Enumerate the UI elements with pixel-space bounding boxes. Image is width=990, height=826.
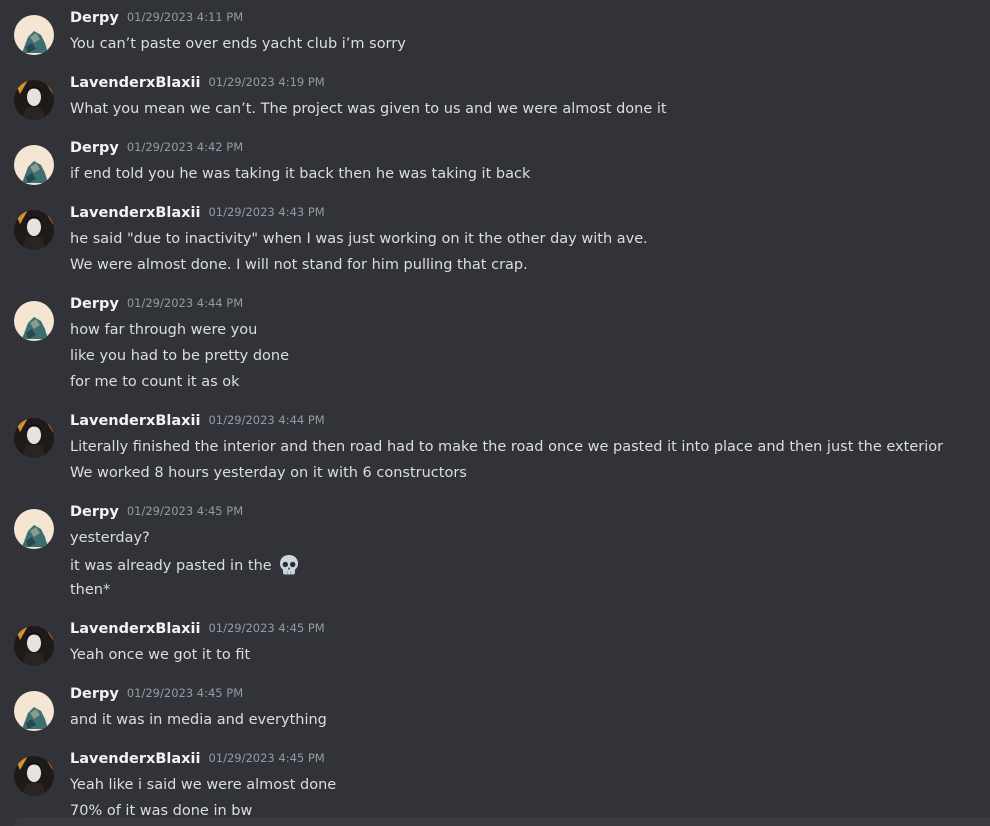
message-text: Literally finished the interior and then… [70,439,944,455]
message-timestamp: 01/29/2023 4:45 PM [208,621,325,635]
author-name[interactable]: LavenderxBlaxii [70,205,200,221]
message-text: Yeah like i said we were almost done [70,777,337,793]
message-text: if end told you he was taking it back th… [70,166,531,182]
message-timestamp: 01/29/2023 4:45 PM [208,751,325,765]
lavender-avatar[interactable] [14,756,54,796]
message-text: We worked 8 hours yesterday on it with 6… [70,465,467,481]
message-text: You can’t paste over ends yacht club i’m… [70,36,406,52]
author-name[interactable]: LavenderxBlaxii [70,413,200,429]
message-author[interactable]: Derpy 01/29/2023 4:11 PM [70,7,243,28]
message-author[interactable]: Derpy 01/29/2023 4:45 PM [70,683,243,704]
message-author[interactable]: LavenderxBlaxii 01/29/2023 4:19 PM [70,72,325,93]
message-timestamp: 01/29/2023 4:45 PM [126,504,244,518]
lavender-avatar[interactable] [14,626,54,666]
message-text: it was already pasted in the [70,558,272,574]
author-name[interactable]: LavenderxBlaxii [70,75,200,91]
lavender-avatar[interactable] [14,80,54,120]
message-text: he said "due to inactivity" when I was j… [70,231,648,247]
message-text-with-emoji: it was already pasted in the [70,554,300,576]
message-author[interactable]: Derpy 01/29/2023 4:45 PM [70,501,243,522]
message-timestamp: 01/29/2023 4:45 PM [126,686,244,700]
message-text: yesterday? [70,530,150,546]
message-timestamp: 01/29/2023 4:42 PM [126,140,244,154]
message-timestamp: 01/29/2023 4:44 PM [208,413,325,427]
author-name[interactable]: LavenderxBlaxii [70,621,200,637]
derpy-avatar[interactable] [14,15,54,55]
message-text: like you had to be pretty done [70,348,290,364]
author-name[interactable]: Derpy [70,504,119,520]
message-timestamp: 01/29/2023 4:44 PM [126,296,244,310]
message-text: then* [70,582,111,598]
author-name[interactable]: Derpy [70,296,119,312]
message-text: We were almost done. I will not stand fo… [70,257,528,273]
message-author[interactable]: Derpy 01/29/2023 4:44 PM [70,293,243,314]
message-text: for me to count it as ok [70,374,240,390]
message-author[interactable]: LavenderxBlaxii 01/29/2023 4:43 PM [70,202,325,223]
author-name[interactable]: Derpy [70,10,119,26]
author-name[interactable]: Derpy [70,140,119,156]
message-author[interactable]: LavenderxBlaxii 01/29/2023 4:44 PM [70,410,325,431]
message-timestamp: 01/29/2023 4:11 PM [126,10,244,24]
author-name[interactable]: LavenderxBlaxii [70,751,200,767]
message-timestamp: 01/29/2023 4:43 PM [208,205,325,219]
message-input-edge[interactable] [14,817,990,826]
chat-message-list: Derpy 01/29/2023 4:11 PM You can’t paste … [0,0,990,826]
message-author[interactable]: Derpy 01/29/2023 4:42 PM [70,137,243,158]
derpy-avatar[interactable] [14,145,54,185]
message-text: how far through were you [70,322,258,338]
derpy-avatar[interactable] [14,301,54,341]
message-author[interactable]: LavenderxBlaxii 01/29/2023 4:45 PM [70,748,325,769]
message-text: Yeah once we got it to fit [70,647,251,663]
message-text: What you mean we can’t. The project was … [70,101,667,117]
author-name[interactable]: Derpy [70,686,119,702]
message-author[interactable]: LavenderxBlaxii 01/29/2023 4:45 PM [70,618,325,639]
lavender-avatar[interactable] [14,418,54,458]
message-timestamp: 01/29/2023 4:19 PM [208,75,325,89]
derpy-avatar[interactable] [14,691,54,731]
skull-emoji-icon[interactable] [278,554,300,576]
lavender-avatar[interactable] [14,210,54,250]
message-text: and it was in media and everything [70,712,327,728]
derpy-avatar[interactable] [14,509,54,549]
